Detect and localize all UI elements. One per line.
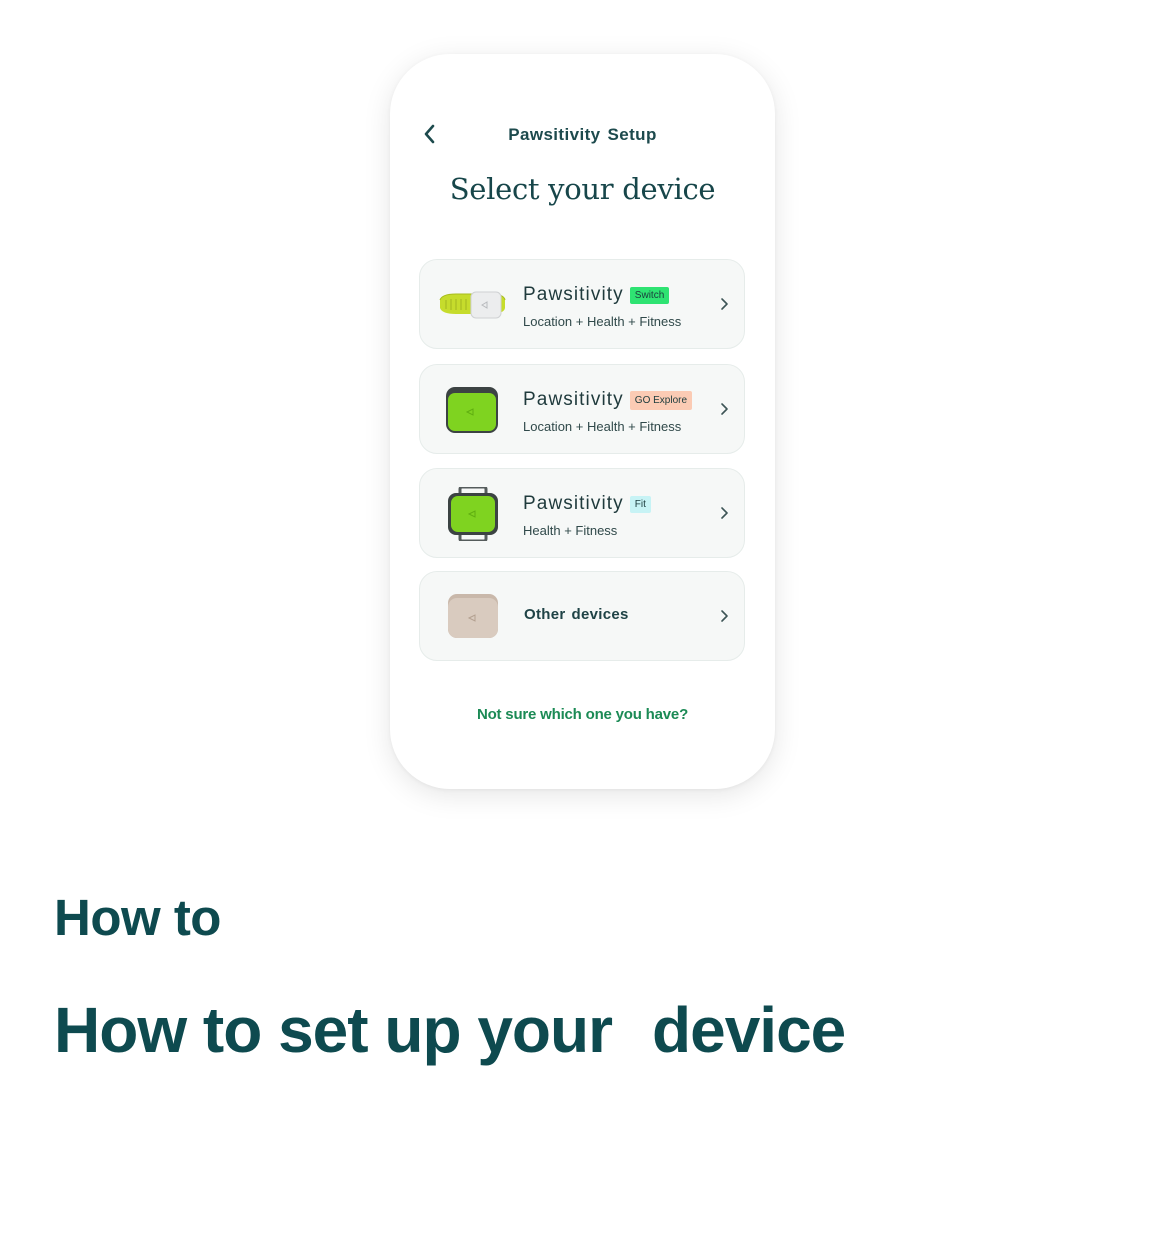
device-title: Pawsitivity GO Explore: [523, 389, 693, 411]
chevron-right-icon: [721, 507, 728, 519]
article-title-part2: device: [652, 994, 846, 1066]
help-link[interactable]: Not sure which one you have?: [390, 706, 775, 723]
app-title: Pawsitivity Setup: [390, 125, 775, 145]
other-devices-word1: Other: [524, 606, 566, 623]
device-card-switch[interactable]: Pawsitivity Switch Location + Health + F…: [419, 259, 745, 349]
badge-switch: Switch: [629, 286, 670, 304]
other-device-image: [448, 594, 498, 638]
phone-mockup: Pawsitivity Setup Select your device Paws…: [390, 54, 775, 789]
chevron-right-icon: [721, 610, 728, 622]
badge-fit: Fit: [629, 495, 651, 513]
device-name: Pawsitivity: [523, 493, 624, 514]
device-name: Pawsitivity: [523, 389, 624, 410]
device-card-go-explore[interactable]: Pawsitivity GO Explore Location + Health…: [419, 364, 745, 454]
article-title: How to set up your device: [54, 993, 846, 1067]
collar-device-image: [439, 291, 506, 319]
badge-go-explore: GO Explore: [629, 390, 693, 410]
section-label: How to: [54, 889, 221, 946]
chevron-right-icon: [721, 403, 728, 415]
go-explore-device-image: [446, 387, 498, 433]
other-devices-word2: devices: [571, 606, 629, 623]
device-card-fit[interactable]: Pawsitivity Fit Health + Fitness: [419, 468, 745, 558]
device-features: Location + Health + Fitness: [523, 314, 682, 329]
chevron-right-icon: [721, 298, 728, 310]
page: Pawsitivity Setup Select your device Paws…: [0, 0, 1164, 1248]
app-title-setup: Setup: [607, 125, 657, 144]
app-title-brand: Pawsitivity: [508, 125, 601, 144]
device-features: Location + Health + Fitness: [523, 419, 682, 434]
other-devices-label: Other devices: [524, 606, 629, 623]
fit-device-image: [448, 487, 498, 541]
device-name: Pawsitivity: [523, 284, 624, 305]
screen-heading: Select your device: [449, 172, 716, 206]
device-title: Pawsitivity Switch: [523, 284, 670, 306]
device-title: Pawsitivity Fit: [523, 493, 651, 515]
device-features: Health + Fitness: [523, 523, 618, 538]
article-title-part1: How to set up your: [54, 994, 613, 1066]
device-card-other[interactable]: Other devices: [419, 571, 745, 661]
